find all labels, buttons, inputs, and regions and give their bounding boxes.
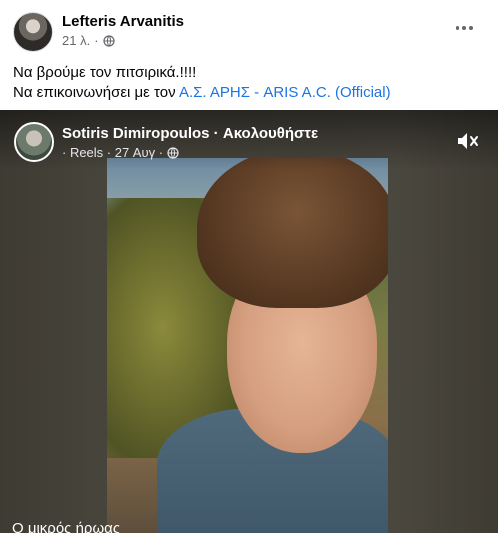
- mention-link[interactable]: Α.Σ. ΑΡΗΣ - ARIS A.C. (Official): [179, 84, 391, 101]
- globe-icon: [102, 34, 115, 47]
- video-author-line: Sotiris Dimiropoulos · Ακολουθήστε: [62, 125, 318, 142]
- public-icon: [167, 146, 179, 159]
- muted-speaker-icon[interactable]: [456, 130, 480, 152]
- post-meta: 21 λ. ·: [62, 33, 115, 48]
- author-avatar[interactable]: [13, 12, 53, 52]
- hair: [197, 158, 388, 308]
- post-text: Να βρούμε τον πιτσιρικά.!!!! Να επικοινω…: [13, 63, 493, 103]
- meta-separator: ·: [94, 33, 99, 48]
- post-text-line-1: Να βρούμε τον πιτσιρικά.!!!!: [13, 64, 197, 81]
- video-author-avatar[interactable]: [14, 122, 54, 162]
- more-options-icon[interactable]: [454, 18, 474, 38]
- post-text-line-2: Να επικοινωνήσει με τον Α.Σ. ΑΡΗΣ - ARIS…: [13, 83, 493, 103]
- post-header: Lefteris Arvanitis 21 λ. ·: [0, 0, 498, 58]
- follow-button[interactable]: Ακολουθήστε: [223, 125, 318, 142]
- video-meta-text: · Reels · 27 Αυγ ·: [62, 145, 164, 160]
- video-caption: Ο μικρός ήρωας: [12, 520, 121, 533]
- video-frame[interactable]: [107, 158, 388, 533]
- post-author-name[interactable]: Lefteris Arvanitis: [62, 13, 184, 30]
- reel-video[interactable]: Sotiris Dimiropoulos · Ακολουθήστε · Ree…: [0, 110, 498, 533]
- video-meta: · Reels · 27 Αυγ ·: [62, 145, 179, 160]
- post-text-line-2-prefix: Να επικοινωνήσει με τον: [13, 84, 179, 101]
- post-timestamp[interactable]: 21 λ.: [62, 33, 90, 48]
- video-author-name[interactable]: Sotiris Dimiropoulos: [62, 125, 210, 142]
- video-author-separator: ·: [209, 125, 223, 142]
